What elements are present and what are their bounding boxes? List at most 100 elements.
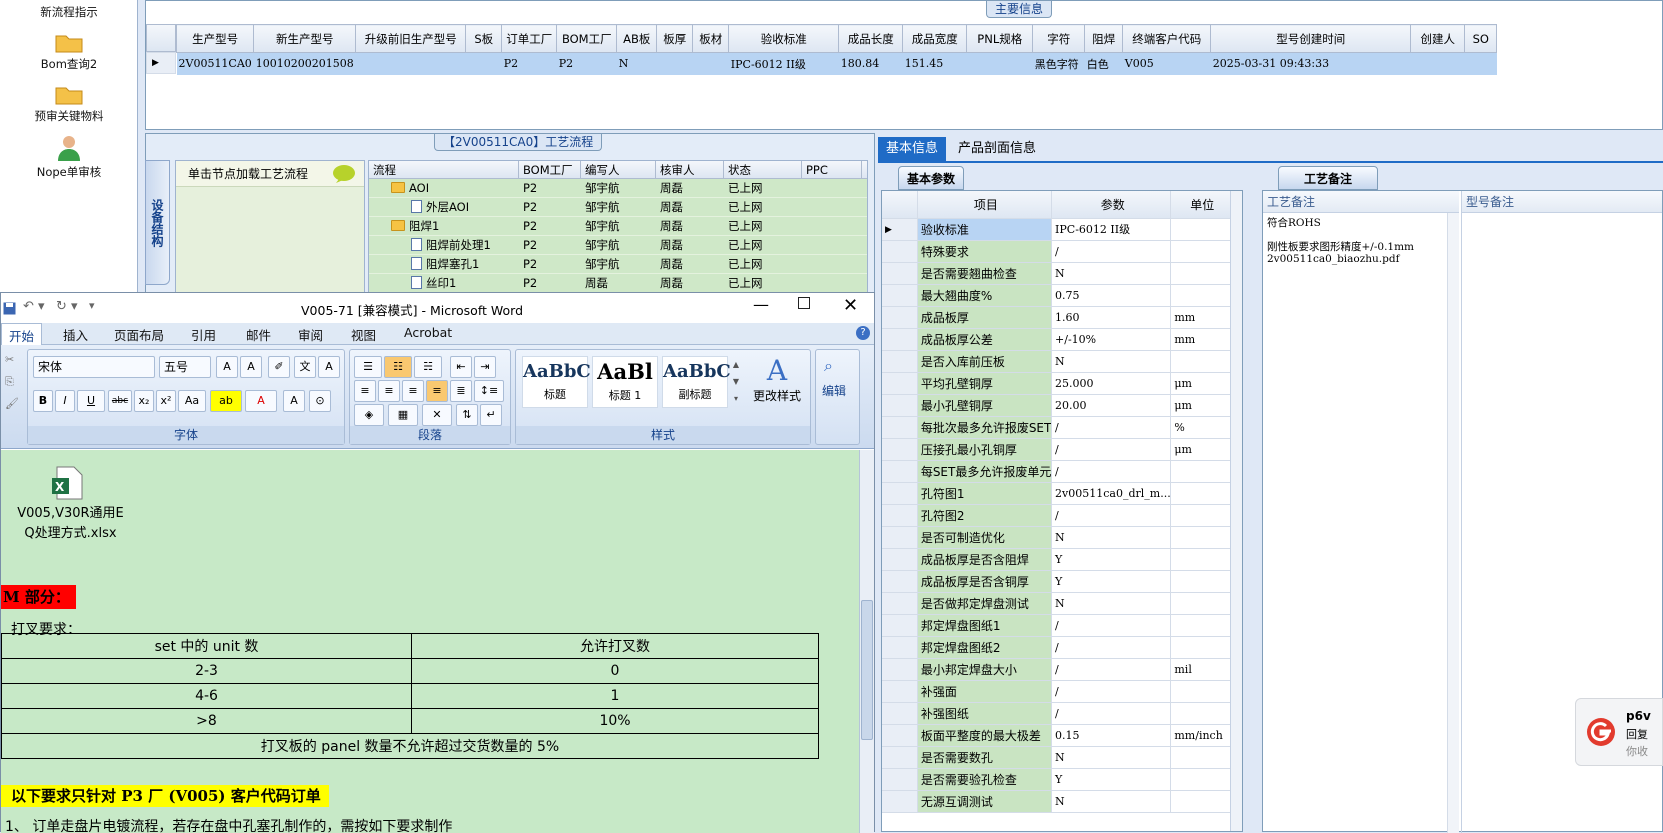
table-row[interactable]: 2V00511CA0 10010200201508 P2 P2 N IPC-6012 II… [176, 52, 1497, 75]
minimize-icon[interactable]: — [753, 295, 769, 314]
table-row[interactable]: 成品板厚是否含铜厚YY [882, 571, 1242, 593]
char-shading-icon[interactable]: A [283, 390, 305, 412]
redo-icon[interactable]: ↻ ▾ [56, 299, 78, 314]
column-header[interactable]: PNL规格 [966, 24, 1034, 53]
help-icon[interactable]: ? [856, 326, 870, 340]
tree-row[interactable]: 阻焊1 P2 邹宇航 周磊 已上网 [369, 217, 867, 236]
shrink-font-icon[interactable]: A [240, 356, 262, 378]
numbering-icon[interactable]: ☷ [384, 356, 412, 378]
tab-profile-info[interactable]: 产品剖面信息 [950, 137, 1044, 161]
table-row[interactable]: ▶验收标准IPC-6012 II级Y [882, 219, 1242, 241]
bullets-icon[interactable]: ☰ [354, 356, 382, 378]
align-left-icon[interactable]: ≡ [354, 380, 376, 402]
table-row[interactable]: 成品板厚是否含阻焊YY [882, 549, 1242, 571]
table-row[interactable]: 补强面/Y [882, 681, 1242, 703]
borders-icon[interactable]: ▦ [388, 404, 418, 426]
table-row[interactable]: 板面平整度的最大极差0.15mm/inchY [882, 725, 1242, 747]
tree-row[interactable]: AOI P2 邹宇航 周磊 已上网 [369, 179, 867, 198]
table-row[interactable]: 压接孔最小孔铜厚/μmY [882, 439, 1242, 461]
scroll-thumb[interactable] [861, 600, 873, 740]
table-row[interactable]: 无源互调测试NY [882, 791, 1242, 813]
style-scroll-icon[interactable]: ▲ ▼ ▾ [730, 356, 742, 408]
tab-craft-remark[interactable]: 工艺备注 [1278, 166, 1378, 190]
align-right-icon[interactable]: ≡ [402, 380, 424, 402]
font-color-icon[interactable]: A [245, 390, 277, 412]
tab-view[interactable]: 视图 [351, 325, 376, 344]
table-row[interactable]: 是否需要数孔NY [882, 747, 1242, 769]
table-row[interactable]: 特殊要求/Y [882, 241, 1242, 263]
table-row[interactable]: 是否做邦定焊盘测试NY [882, 593, 1242, 615]
underline-icon[interactable]: U [77, 390, 105, 412]
font-name-select[interactable]: 宋体 [33, 356, 155, 378]
column-header[interactable]: 新生产型号 [253, 24, 357, 53]
process-tree[interactable]: 流程 BOM工厂 编写人 核审人 状态 PPC AOI P2 邹宇航 周磊 已上网 外层AOI P2 邹… [368, 160, 868, 293]
italic-icon[interactable]: I [55, 390, 75, 412]
tree-row[interactable]: 外层AOI P2 邹宇航 周磊 已上网 [369, 198, 867, 217]
table-row[interactable]: 最小孔壁铜厚20.00μmY [882, 395, 1242, 417]
sort-icon[interactable]: ⇅ [456, 404, 478, 426]
column-header[interactable]: 订单工厂 [501, 24, 558, 53]
tree-row[interactable]: 丝印1 P2 周磊 周磊 已上网 [369, 274, 867, 292]
table-row[interactable]: 平均孔壁铜厚25.000μmY [882, 373, 1242, 395]
column-header[interactable]: S板 [465, 24, 503, 53]
sidebar-item-new-flow[interactable]: 新流程指示 [0, 4, 138, 20]
column-header[interactable]: 板材 [692, 24, 730, 53]
column-header[interactable]: 流程 [369, 161, 519, 178]
tab-equipment-structure[interactable]: 设备结构 [145, 160, 170, 285]
column-header[interactable]: 阻焊 [1084, 24, 1124, 53]
superscript-icon[interactable]: x² [156, 390, 176, 412]
font-size-select[interactable]: 五号 [159, 356, 211, 378]
tab-acrobat[interactable]: Acrobat [404, 325, 452, 340]
column-header[interactable]: 升级前旧生产型号 [355, 24, 467, 53]
align-center-icon[interactable]: ≡ [378, 380, 400, 402]
column-header[interactable]: 编写人 [581, 161, 656, 178]
tree-row[interactable]: 阻焊前处理1 P2 邹宇航 周磊 已上网 [369, 236, 867, 255]
grow-font-icon[interactable]: A [216, 356, 238, 378]
quick-access-menu-icon[interactable]: ▾ [89, 299, 95, 312]
tree-row[interactable]: 阻焊塞孔1 P2 邹宇航 周磊 已上网 [369, 255, 867, 274]
column-header[interactable]: AB板 [616, 24, 658, 53]
style-heading1[interactable]: AaBl 标题 1 [592, 356, 658, 408]
column-header[interactable]: 状态 [724, 161, 802, 178]
show-marks-icon[interactable]: ↵ [480, 404, 502, 426]
char-border-icon[interactable]: A [318, 356, 340, 378]
craft-remark-text[interactable]: 符合ROHS 刚性板要求图形精度+/-0.1mm 2v00511ca0_biao… [1267, 217, 1447, 265]
tab-home[interactable]: 开始 [1, 323, 43, 345]
increase-indent-icon[interactable]: ⇥ [474, 356, 496, 378]
phonetic-icon[interactable]: 文 [294, 356, 316, 378]
decrease-indent-icon[interactable]: ⇤ [450, 356, 472, 378]
table-row[interactable]: 最小邦定焊盘大小/milY [882, 659, 1242, 681]
style-title[interactable]: AaBbC 标题 [522, 356, 591, 408]
column-header[interactable]: 成品宽度 [902, 24, 968, 53]
table-row[interactable]: 邦定焊盘图纸1/Y [882, 615, 1242, 637]
document-body[interactable]: X V005,V30R通用E Q处理方式.xlsx M 部分： 打叉要求： se… [1, 450, 859, 833]
table-row[interactable]: 是否可制造优化NY [882, 527, 1242, 549]
table-row[interactable]: 补强图纸/Y [882, 703, 1242, 725]
column-header[interactable]: 验收标准 [728, 24, 840, 53]
table-row[interactable]: 孔符图12v00511ca0_drl_m...Y [882, 483, 1242, 505]
grid-scrollbar[interactable] [1230, 191, 1242, 831]
column-header[interactable]: 成品长度 [838, 24, 904, 53]
table-row[interactable]: 每批次最多允许报废SET/%Y [882, 417, 1242, 439]
tab-mailings[interactable]: 邮件 [246, 325, 271, 344]
multilevel-list-icon[interactable]: ☵ [414, 356, 442, 378]
tab-basic-info[interactable]: 基本信息 [878, 137, 947, 161]
column-header[interactable]: 生产型号 [175, 24, 255, 53]
clear-format-icon[interactable]: ✐ [268, 356, 290, 378]
remark-scrollbar[interactable] [1447, 213, 1459, 833]
line-spacing-icon[interactable]: ↕≡ [474, 380, 504, 402]
justify-icon[interactable]: ≡ [426, 380, 448, 402]
column-header[interactable]: BOM工厂 [519, 161, 581, 178]
highlight-icon[interactable]: ab [210, 390, 242, 412]
table-row[interactable]: 最大翘曲度%0.75Y [882, 285, 1242, 307]
subscript-icon[interactable]: x₂ [134, 390, 154, 412]
table-row[interactable]: 邦定焊盘图纸2/Y [882, 637, 1242, 659]
change-case-icon[interactable]: Aa [178, 390, 206, 412]
column-header[interactable]: 板厚 [656, 24, 694, 53]
shading-icon[interactable]: ◈ [354, 404, 384, 426]
excel-file-icon[interactable]: X [51, 466, 85, 500]
tab-basic-params[interactable]: 基本参数 [898, 166, 965, 190]
sidebar-item-prereview[interactable]: 预审关键物料 [0, 82, 138, 124]
column-header[interactable]: 型号创建时间 [1210, 24, 1412, 53]
table-row[interactable]: 每SET最多允许报废单元/Y [882, 461, 1242, 483]
